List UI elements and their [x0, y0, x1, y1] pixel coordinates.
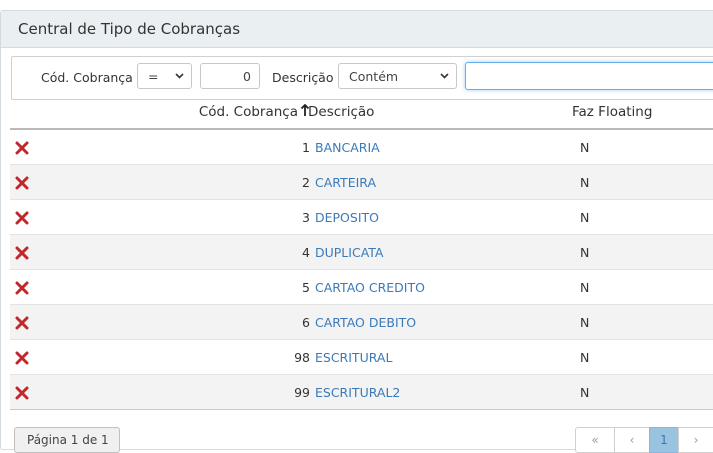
row-desc-link[interactable]: BANCARIA: [315, 140, 380, 155]
table-row: 3 DEPOSITO N: [10, 200, 713, 235]
column-header-code[interactable]: Cód. Cobrança: [199, 103, 310, 120]
code-value-input[interactable]: 0: [200, 63, 260, 89]
row-desc-link[interactable]: CARTEIRA: [315, 175, 376, 190]
delete-x-icon[interactable]: [15, 246, 29, 260]
row-code: 6: [302, 315, 310, 330]
column-header-desc[interactable]: Descrição: [308, 104, 374, 120]
table-row: 99 ESCRITURAL2 N: [10, 375, 713, 410]
prev-page-button[interactable]: ‹: [614, 427, 650, 453]
row-code: 99: [294, 385, 310, 400]
delete-x-icon[interactable]: [15, 211, 29, 225]
row-floating: N: [580, 245, 590, 260]
page-button-current[interactable]: 1: [649, 427, 679, 453]
row-desc-link[interactable]: DEPOSITO: [315, 210, 379, 225]
row-desc-link[interactable]: CARTAO DEBITO: [315, 315, 416, 330]
row-code: 1: [302, 140, 310, 155]
desc-filter-label: Descrição: [272, 70, 334, 85]
table-row: 4 DUPLICATA N: [10, 235, 713, 270]
row-code: 98: [294, 350, 310, 365]
delete-x-icon[interactable]: [15, 176, 29, 190]
row-code: 5: [302, 280, 310, 295]
page-info: Página 1 de 1: [14, 427, 120, 453]
chevron-down-icon: [440, 73, 449, 79]
desc-search-input[interactable]: [465, 62, 713, 90]
delete-x-icon[interactable]: [15, 316, 29, 330]
row-floating: N: [580, 350, 590, 365]
panel-title: Central de Tipo de Cobranças: [1, 11, 713, 48]
row-floating: N: [580, 315, 590, 330]
table-row: 2 CARTEIRA N: [10, 165, 713, 200]
pagination: « ‹ 1 ›: [575, 427, 713, 453]
table-row: 6 CARTAO DEBITO N: [10, 305, 713, 340]
row-desc-link[interactable]: ESCRITURAL2: [315, 385, 400, 400]
row-floating: N: [580, 140, 590, 155]
row-code: 2: [302, 175, 310, 190]
desc-operator-select[interactable]: Contém: [338, 63, 457, 89]
row-floating: N: [580, 210, 590, 225]
next-page-button[interactable]: ›: [678, 427, 713, 453]
table-header: Cód. Cobrança Descrição Faz Floating: [10, 98, 713, 130]
delete-x-icon[interactable]: [15, 141, 29, 155]
code-filter-label: Cód. Cobrança: [41, 70, 133, 85]
delete-x-icon[interactable]: [15, 351, 29, 365]
row-desc-link[interactable]: DUPLICATA: [315, 245, 384, 260]
code-value-text: 0: [243, 69, 251, 84]
row-code: 4: [302, 245, 310, 260]
row-desc-link[interactable]: CARTAO CREDITO: [315, 280, 425, 295]
desc-operator-value: Contém: [349, 69, 399, 84]
table-row: 5 CARTAO CREDITO N: [10, 270, 713, 305]
first-page-button[interactable]: «: [575, 427, 615, 453]
row-code: 3: [302, 210, 310, 225]
row-desc-link[interactable]: ESCRITURAL: [315, 350, 392, 365]
filter-bar: Cód. Cobrança = 0 Descrição Contém: [11, 56, 713, 100]
row-floating: N: [580, 175, 590, 190]
code-operator-value: =: [148, 69, 159, 84]
chevron-down-icon: [175, 73, 184, 79]
delete-x-icon[interactable]: [15, 281, 29, 295]
row-floating: N: [580, 385, 590, 400]
column-header-floating[interactable]: Faz Floating: [572, 104, 652, 120]
delete-x-icon[interactable]: [15, 386, 29, 400]
table-row: 98 ESCRITURAL N: [10, 340, 713, 375]
row-floating: N: [580, 280, 590, 295]
code-operator-select[interactable]: =: [137, 63, 192, 89]
table-row: 1 BANCARIA N: [10, 130, 713, 165]
cobranca-table: Cód. Cobrança Descrição Faz Floating 1 B…: [10, 98, 713, 410]
